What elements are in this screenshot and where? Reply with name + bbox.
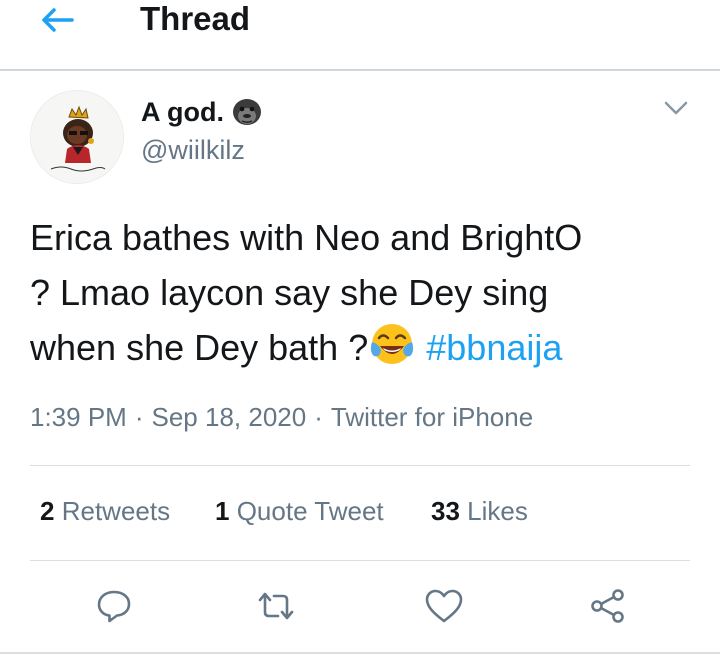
back-button[interactable] [38, 4, 78, 36]
tweet-text-line: ? Lmao laycon say she Dey sing [30, 272, 549, 313]
meta-separator: · [314, 402, 323, 432]
tweet-time: 1:39 PM [30, 402, 127, 432]
chevron-down-icon[interactable] [662, 96, 690, 120]
tweet-text: Erica bathes with Neo and BrightO ? Lmao… [30, 210, 700, 375]
heart-icon [425, 589, 463, 623]
tweet-source[interactable]: Twitter for iPhone [331, 402, 533, 432]
header-divider [0, 69, 720, 71]
tweet-meta: 1:39 PM · Sep 18, 2020 · Twitter for iPhone [30, 400, 533, 434]
divider [30, 560, 690, 561]
tweet-date: Sep 18, 2020 [151, 402, 307, 432]
author-handle[interactable]: @wiilkilz [141, 134, 245, 166]
quote-tweets-stat[interactable]: 1 Quote Tweet [215, 494, 384, 528]
reply-button[interactable] [94, 586, 134, 626]
retweet-button[interactable] [256, 586, 296, 626]
page-title: Thread [140, 0, 251, 37]
avatar-image [31, 91, 123, 183]
quotes-count: 1 [215, 496, 230, 526]
avatar[interactable] [30, 90, 124, 184]
gorilla-emoji-icon [233, 99, 261, 125]
likes-label: Likes [467, 496, 528, 526]
likes-stat[interactable]: 33 Likes [431, 494, 528, 528]
retweets-stat[interactable]: 2 Retweets [40, 494, 170, 528]
share-button[interactable] [588, 586, 628, 626]
share-icon [591, 589, 624, 623]
arrow-left-icon [42, 8, 74, 32]
tweet-text-line: when she Dey bath ? #bbnaija [30, 320, 700, 375]
divider [30, 465, 690, 466]
author-name[interactable]: A god. [141, 96, 224, 128]
retweets-count: 2 [40, 496, 55, 526]
divider [0, 652, 720, 654]
meta-separator: · [134, 402, 144, 432]
hashtag-link[interactable]: #bbnaija [426, 327, 562, 368]
retweets-label: Retweets [61, 496, 171, 526]
retweet-icon [258, 592, 294, 620]
app-header: Thread [0, 0, 720, 71]
tweet-text-segment: when she Dey bath ? [30, 327, 369, 368]
face-with-tears-of-joy-icon [371, 324, 414, 364]
likes-count: 33 [431, 496, 460, 526]
reply-icon [97, 590, 131, 623]
quotes-label: Quote Tweet [236, 496, 384, 526]
tweet-text-line: Erica bathes with Neo and BrightO [30, 217, 583, 258]
like-button[interactable] [424, 586, 464, 626]
